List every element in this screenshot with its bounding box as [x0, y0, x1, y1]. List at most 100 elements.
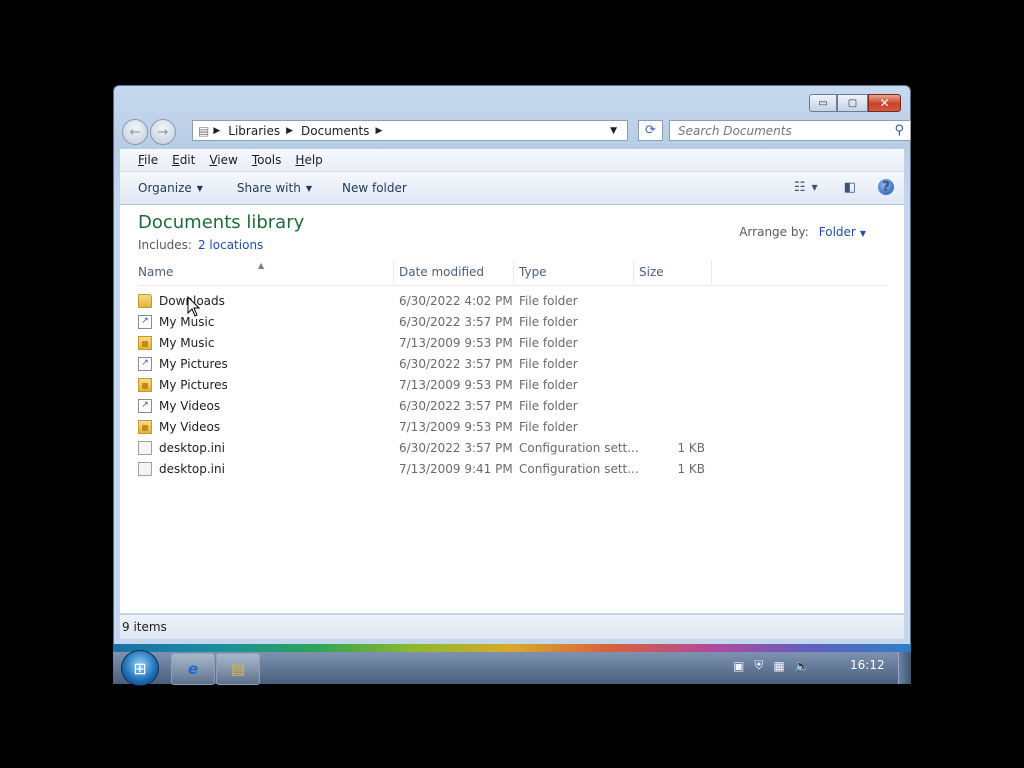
change-view-icon[interactable]: ☷ [794, 180, 806, 195]
caption-buttons: ▭ ▢ ✕ [809, 94, 901, 112]
file-date-modified: 7/13/2009 9:53 PM [399, 378, 513, 392]
file-row[interactable]: ↗ My Pictures 6/30/2022 3:57 PM File folder [138, 354, 758, 375]
search-icon[interactable]: ⚲ [894, 123, 904, 138]
address-bar[interactable]: ▤ ▶ Libraries ▶ Documents ▶ ▼ [192, 120, 628, 141]
preview-pane-icon[interactable]: ◧ [844, 180, 856, 195]
refresh-button[interactable]: ⟳ [638, 120, 663, 141]
internet-explorer-taskbar-button[interactable]: e [171, 653, 215, 685]
column-header-date[interactable]: Date modified [394, 260, 514, 284]
arrange-by-label: Arrange by: [739, 225, 809, 239]
file-name[interactable]: My Pictures [159, 354, 228, 375]
file-type: File folder [519, 399, 578, 413]
file-type: File folder [519, 378, 578, 392]
file-date-modified: 7/13/2009 9:53 PM [399, 336, 513, 350]
windows-explorer-taskbar-button[interactable]: ▤ [216, 653, 260, 685]
security-shield-icon[interactable]: ⛨ [754, 658, 763, 673]
column-header-size[interactable]: Size [634, 260, 712, 284]
chevron-right-icon[interactable]: ▶ [375, 126, 382, 136]
forward-button[interactable]: → [150, 119, 176, 145]
folder-icon [138, 294, 152, 308]
file-date-modified: 6/30/2022 3:57 PM [399, 441, 513, 455]
file-name[interactable]: desktop.ini [159, 438, 225, 459]
address-dropdown-icon[interactable]: ▼ [610, 126, 617, 136]
show-desktop-button[interactable] [898, 652, 911, 684]
close-button[interactable]: ✕ [868, 94, 901, 112]
file-name[interactable]: My Videos [159, 396, 220, 417]
column-headers: Name ▲ Date modified Type Size [138, 260, 888, 286]
file-row[interactable]: desktop.ini 7/13/2009 9:41 PM Configuratio… [138, 459, 758, 480]
file-row[interactable]: ↗ My Videos 6/30/2022 3:57 PM File folder [138, 396, 758, 417]
includes-line: Includes: 2 locations [138, 238, 263, 252]
minimize-button[interactable]: ▭ [809, 94, 837, 112]
file-rows: Downloads6/30/2022 4:02 PMFile folder↗My… [138, 291, 758, 480]
organize-button[interactable]: Organize ▼ [138, 181, 203, 195]
refresh-icon: ⟳ [645, 123, 656, 138]
locations-link[interactable]: 2 locations [198, 238, 263, 252]
start-button[interactable]: ⊞ [121, 650, 159, 686]
file-list-pane: Documents library Includes: 2 locations A… [120, 205, 904, 613]
notification-area: ▣ ⛨ ▦ 🔈 [733, 658, 820, 673]
file-size: 1 KB [677, 441, 705, 455]
file-date-modified: 7/13/2009 9:53 PM [399, 420, 513, 434]
menu-help[interactable]: Help [295, 153, 322, 167]
mouse-cursor-icon [187, 296, 201, 317]
menu-file[interactable]: File [138, 153, 158, 167]
explorer-window: ▭ ▢ ✕ ← → ▤ ▶ Libraries ▶ Documents ▶ ▼ … [113, 85, 911, 645]
view-dropdown-icon[interactable]: ▼ [812, 183, 818, 192]
menu-view[interactable]: View [209, 153, 237, 167]
maximize-button[interactable]: ▢ [837, 94, 868, 112]
file-name[interactable]: My Pictures [159, 375, 228, 396]
column-header-name[interactable]: Name ▲ [138, 260, 394, 284]
file-row[interactable]: ↗ My Music 6/30/2022 3:57 PM File folder [138, 312, 758, 333]
back-arrow-icon: ← [129, 124, 141, 140]
file-name[interactable]: desktop.ini [159, 459, 225, 480]
system-clock[interactable]: 16:12 [850, 658, 885, 672]
includes-label: Includes: [138, 238, 192, 252]
internet-explorer-icon: e [187, 660, 199, 678]
action-center-icon[interactable]: ▣ [733, 659, 744, 673]
volume-icon[interactable]: 🔈 [795, 659, 810, 673]
breadcrumb-libraries[interactable]: Libraries [228, 124, 280, 138]
navigation-bar: ← → ▤ ▶ Libraries ▶ Documents ▶ ▼ ⟳ ⚲ [122, 119, 911, 145]
config-file-icon [138, 462, 152, 476]
search-input[interactable] [676, 122, 880, 139]
menu-edit[interactable]: Edit [172, 153, 195, 167]
library-icon: ▤ [198, 123, 210, 138]
column-header-type[interactable]: Type [514, 260, 634, 284]
network-icon[interactable]: ▦ [773, 659, 784, 673]
share-with-button[interactable]: Share with ▼ [237, 181, 312, 195]
file-type: File folder [519, 315, 578, 329]
breadcrumb-documents[interactable]: Documents [301, 124, 369, 138]
sort-ascending-icon: ▲ [258, 261, 265, 270]
new-folder-button[interactable]: New folder [342, 181, 407, 195]
file-name[interactable]: My Music [159, 333, 214, 354]
file-type: File folder [519, 357, 578, 371]
command-bar: Organize ▼ Share with ▼ New folder ☷ ▼ ◧ ? [120, 172, 904, 205]
menu-tools[interactable]: Tools [252, 153, 282, 167]
file-name[interactable]: My Videos [159, 417, 220, 438]
file-date-modified: 6/30/2022 3:57 PM [399, 399, 513, 413]
shortcut-folder-icon: ↗ [138, 357, 152, 371]
search-box[interactable]: ⚲ [669, 120, 911, 141]
view-controls: ☷ ▼ ◧ ? [778, 179, 894, 195]
chevron-right-icon: ▶ [286, 125, 294, 136]
organize-label: Organize [138, 181, 192, 195]
back-button[interactable]: ← [122, 119, 148, 145]
file-type: File folder [519, 336, 578, 350]
file-row[interactable]: My Videos 7/13/2009 9:53 PM File folder [138, 417, 758, 438]
file-row[interactable]: desktop.ini 6/30/2022 3:57 PM Configuratio… [138, 438, 758, 459]
file-row[interactable]: My Pictures 7/13/2009 9:53 PM File folder [138, 375, 758, 396]
file-type: File folder [519, 420, 578, 434]
arrange-by: Arrange by: Folder ▼ [739, 225, 866, 239]
chevron-down-icon: ▼ [305, 183, 312, 193]
help-icon[interactable]: ? [878, 179, 894, 195]
locked-folder-icon [138, 378, 152, 392]
explorer-folder-icon: ▤ [230, 660, 246, 678]
chevron-down-icon[interactable]: ▼ [860, 229, 866, 238]
config-file-icon [138, 441, 152, 455]
locked-folder-icon [138, 420, 152, 434]
file-row[interactable]: Downloads6/30/2022 4:02 PMFile folder [138, 291, 758, 312]
file-row[interactable]: My Music 7/13/2009 9:53 PM File folder [138, 333, 758, 354]
arrange-by-dropdown[interactable]: Folder [819, 225, 856, 239]
taskbar: ⊞ e ▤ ▣ ⛨ ▦ 🔈 16:12 [113, 644, 911, 686]
